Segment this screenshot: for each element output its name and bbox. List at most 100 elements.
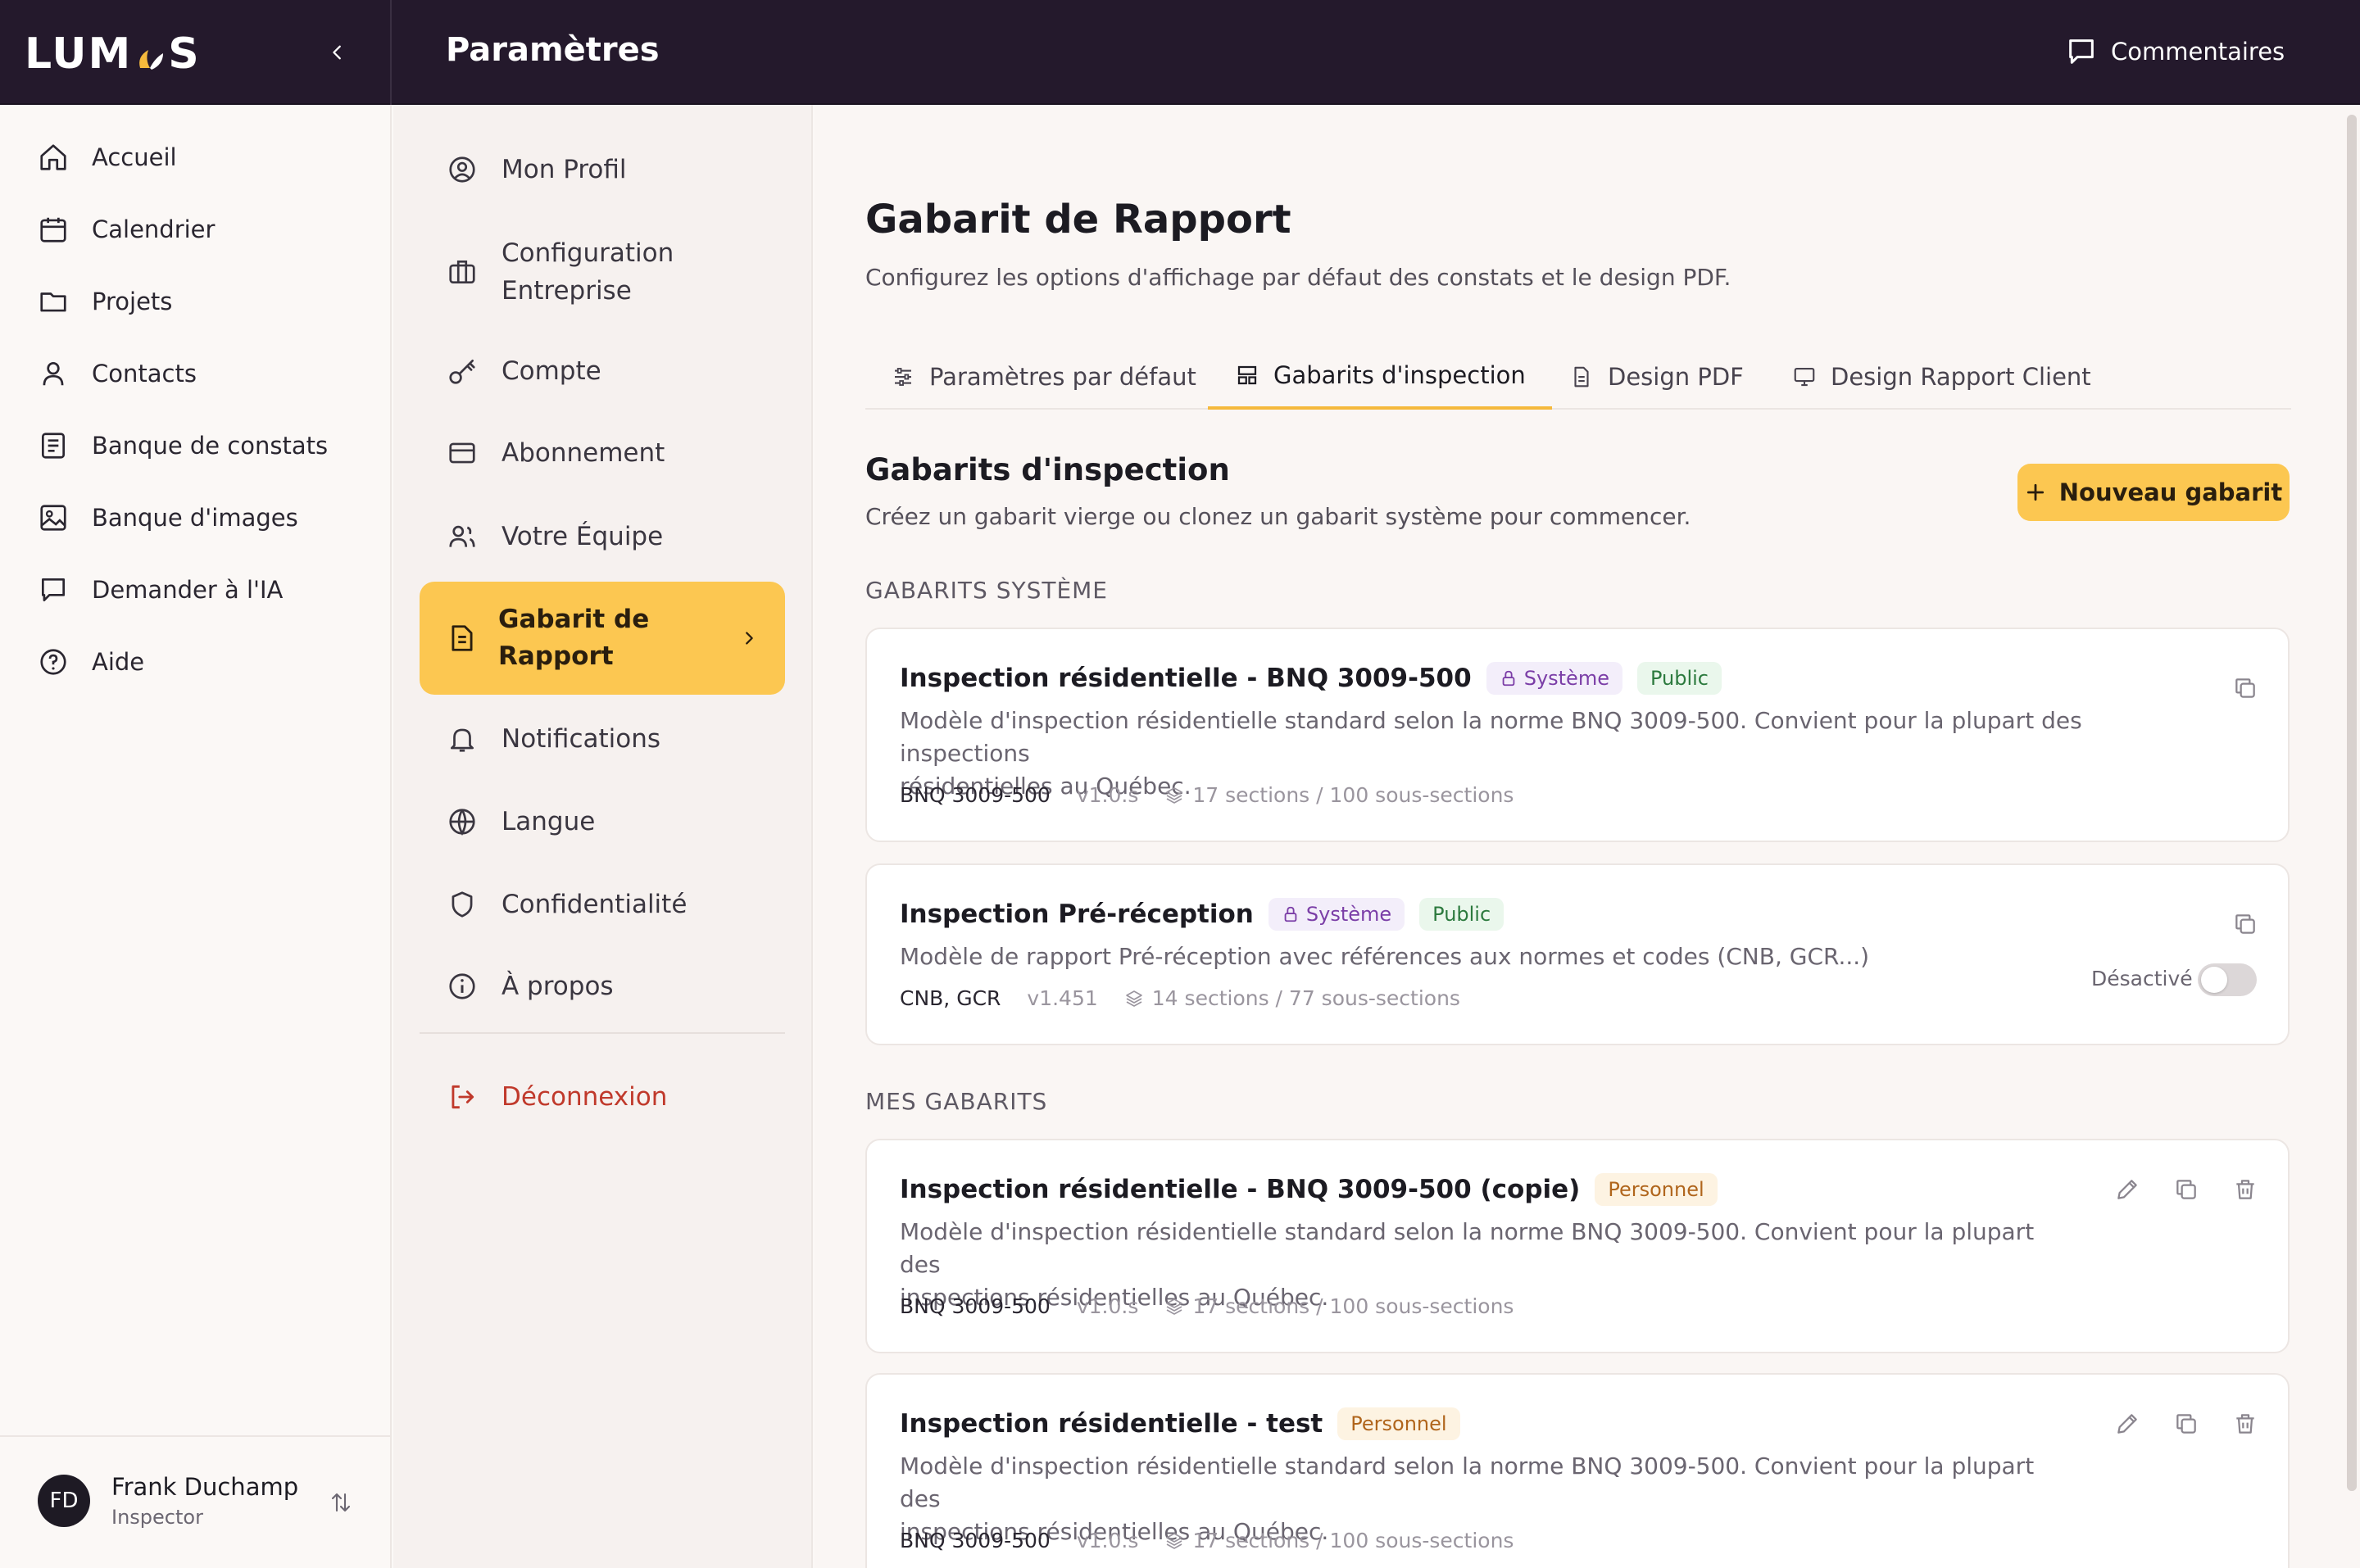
main-scrollbar[interactable] xyxy=(2347,115,2357,1491)
tabs-bar: Paramètres par défaut Gabarits d'inspect… xyxy=(865,344,2291,410)
settings-nav-configuration-entreprise[interactable]: Configuration Entreprise xyxy=(444,231,805,313)
comments-label: Commentaires xyxy=(2111,38,2285,66)
settings-nav-a-propos[interactable]: À propos xyxy=(444,966,805,1007)
template-code: CNB, GCR xyxy=(900,986,1001,1010)
enable-toggle[interactable] xyxy=(2198,963,2257,996)
clone-button[interactable] xyxy=(2227,906,2263,942)
tab-design-pdf[interactable]: Design PDF xyxy=(1568,344,1744,410)
folder-icon xyxy=(36,284,70,319)
briefcase-icon xyxy=(444,254,480,290)
sidebar-item-banque-constats[interactable]: Banque de constats xyxy=(36,423,328,469)
template-title: Inspection résidentielle - BNQ 3009-500 xyxy=(900,664,1472,693)
template-sections: 17 sections / 100 sous-sections xyxy=(1192,1294,1514,1318)
tab-design-rapport-client[interactable]: Design Rapport Client xyxy=(1791,344,2091,410)
delete-button[interactable] xyxy=(2227,1171,2263,1208)
sidebar-item-contacts[interactable]: Contacts xyxy=(36,351,197,397)
template-card[interactable]: Inspection résidentielle - test Personne… xyxy=(865,1373,2290,1568)
profile-icon xyxy=(444,152,480,188)
sidebar-item-calendrier[interactable]: Calendrier xyxy=(36,206,215,252)
avatar[interactable]: FD xyxy=(38,1475,90,1527)
sidebar-item-demander-ia[interactable]: Demander à l'IA xyxy=(36,567,283,613)
edit-button[interactable] xyxy=(2109,1406,2145,1442)
lock-icon xyxy=(1284,906,1297,922)
scrollbar-thumb[interactable] xyxy=(2347,115,2357,1491)
layers-icon xyxy=(1125,990,1142,1007)
copy-icon xyxy=(2176,1180,2196,1199)
public-badge: Public xyxy=(1636,662,1722,695)
layers-icon xyxy=(1166,1298,1183,1315)
copy-icon xyxy=(2235,678,2255,698)
settings-nav-confidentialite[interactable]: Confidentialité xyxy=(444,884,805,925)
settings-nav-label: Compte xyxy=(502,356,601,386)
settings-nav-label: Notifications xyxy=(502,724,661,754)
report-icon xyxy=(444,620,480,656)
calendar-icon xyxy=(36,212,70,247)
lock-icon xyxy=(1502,670,1515,687)
logout-button[interactable]: Déconnexion xyxy=(444,1076,805,1117)
template-card[interactable]: Inspection résidentielle - BNQ 3009-500 … xyxy=(865,628,2290,842)
swap-vertical-icon xyxy=(331,1493,351,1512)
app-window: LUM S Paramètres Commentaires Accueil Ca… xyxy=(0,0,2360,1568)
file-icon xyxy=(1568,364,1595,390)
settings-nav-votre-equipe[interactable]: Votre Équipe xyxy=(444,516,805,557)
chevron-right-icon xyxy=(734,623,764,653)
sidebar-item-projets[interactable]: Projets xyxy=(36,279,172,324)
template-version: v1.0.s xyxy=(1076,1294,1139,1318)
copy-icon xyxy=(2235,914,2255,934)
sidebar-item-accueil[interactable]: Accueil xyxy=(36,134,177,180)
help-icon xyxy=(36,645,70,679)
settings-nav-mon-profil[interactable]: Mon Profil xyxy=(444,149,805,190)
template-version: v1.0.s xyxy=(1076,783,1139,807)
delete-button[interactable] xyxy=(2227,1406,2263,1442)
template-code: BNQ 3009-500 xyxy=(900,783,1051,807)
layers-icon xyxy=(1166,786,1183,804)
new-template-label: Nouveau gabarit xyxy=(2058,478,2283,506)
tab-gabarits-inspection[interactable]: Gabarits d'inspection xyxy=(1208,344,1552,410)
settings-nav-gabarit-rapport[interactable]: Gabarit de Rapport xyxy=(420,582,785,695)
sidebar-item-label: Banque de constats xyxy=(92,432,329,460)
tab-label: Gabarits d'inspection xyxy=(1273,361,1526,389)
layout-icon xyxy=(1234,362,1260,388)
tab-label: Design PDF xyxy=(1608,363,1744,391)
copy-icon xyxy=(2176,1414,2196,1434)
globe-icon xyxy=(444,804,480,840)
trash-icon xyxy=(2236,1414,2254,1434)
settings-nav-label: Confidentialité xyxy=(502,890,688,919)
settings-nav-abonnement[interactable]: Abonnement xyxy=(444,433,805,474)
top-bar: LUM S Paramètres Commentaires xyxy=(0,0,2360,105)
logo-o-mark-icon xyxy=(134,38,166,70)
settings-nav-notifications[interactable]: Notifications xyxy=(444,718,805,759)
settings-nav-compte[interactable]: Compte xyxy=(444,351,805,392)
system-badge: Système xyxy=(1268,898,1405,931)
user-name: Frank Duchamp xyxy=(111,1473,299,1501)
user-icon xyxy=(36,356,70,391)
collapse-sidebar-button[interactable] xyxy=(321,36,354,69)
sidebar-item-aide[interactable]: Aide xyxy=(36,639,144,685)
shield-icon xyxy=(444,886,480,922)
tab-label: Paramètres par défaut xyxy=(929,363,1196,391)
clone-button[interactable] xyxy=(2168,1171,2204,1208)
new-template-button[interactable]: Nouveau gabarit xyxy=(2017,464,2290,521)
comments-button[interactable]: Commentaires xyxy=(2065,31,2285,72)
section-title: Gabarits d'inspection xyxy=(865,452,1230,487)
switch-account-button[interactable] xyxy=(324,1486,357,1519)
bell-icon xyxy=(444,721,480,757)
sliders-icon xyxy=(890,364,916,390)
clone-button[interactable] xyxy=(2168,1406,2204,1442)
sidebar-item-banque-images[interactable]: Banque d'images xyxy=(36,495,298,541)
comment-icon xyxy=(2069,39,2094,64)
info-icon xyxy=(444,968,480,1004)
user-role: Inspector xyxy=(111,1506,203,1529)
template-card[interactable]: Inspection Pré-réception Système Public … xyxy=(865,863,2290,1045)
settings-nav-langue[interactable]: Langue xyxy=(444,801,805,842)
tab-parametres-defaut[interactable]: Paramètres par défaut xyxy=(890,344,1196,410)
template-card[interactable]: Inspection résidentielle - BNQ 3009-500 … xyxy=(865,1139,2290,1353)
edit-button[interactable] xyxy=(2109,1171,2145,1208)
section-subtitle: Créez un gabarit vierge ou clonez un gab… xyxy=(865,503,1691,530)
toggle-knob xyxy=(2201,967,2227,993)
toggle-status-label: Désactivé xyxy=(2091,967,2193,990)
my-templates-label: MES GABARITS xyxy=(865,1088,1048,1115)
template-version: v1.0.s xyxy=(1076,1529,1139,1552)
template-description: Modèle de rapport Pré-réception avec réf… xyxy=(900,943,1870,970)
clone-button[interactable] xyxy=(2227,670,2263,706)
